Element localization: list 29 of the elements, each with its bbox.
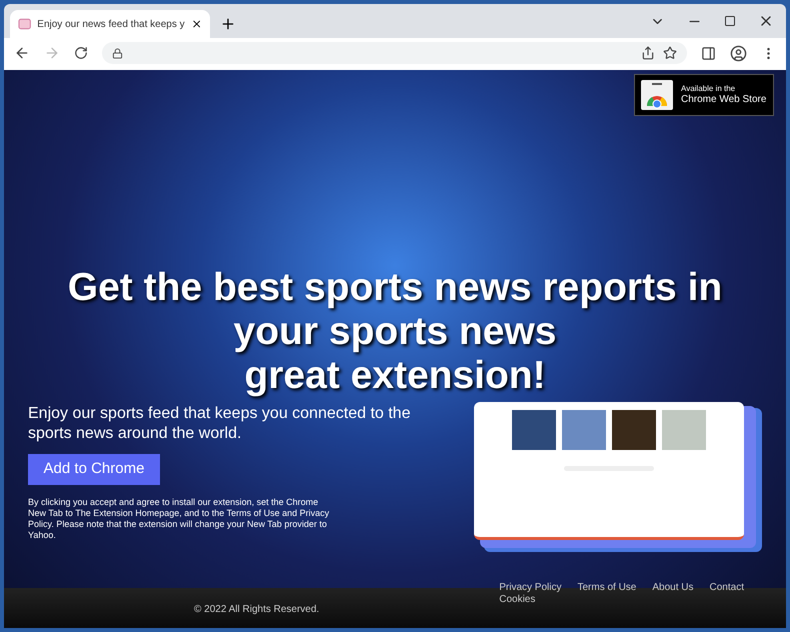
tab-close-icon[interactable] [190,18,202,30]
tab-favicon-icon [18,17,32,31]
headline: your sports news [234,310,556,354]
profile-icon[interactable] [730,44,747,62]
footer-link[interactable]: About Us [652,582,694,594]
copyright: © 2022 All Rights Reserved. [194,603,320,617]
maximize-icon[interactable] [724,15,736,27]
footer-link[interactable]: Cookies [499,594,536,606]
store-bag-icon [641,80,673,110]
badge-caption: Available in the [681,84,736,94]
headline: Get the best sports news reports in [68,266,722,310]
add-to-chrome-button[interactable]: Add to Chrome [28,454,160,485]
bookmark-star-icon[interactable] [663,46,677,60]
new-tab-icon[interactable] [220,16,236,32]
back-icon[interactable] [14,45,30,61]
footer-link[interactable]: Privacy Policy [499,582,562,594]
browser-tab[interactable]: Enjoy our news feed that keeps y [10,10,210,38]
tab-title: Enjoy our news feed that keeps y [37,18,185,32]
footer-link[interactable]: Terms of Use [577,582,636,594]
share-icon[interactable] [641,46,655,60]
badge-title: Chrome Web Store [681,94,766,106]
headline: great extension! [244,354,546,398]
lock-icon [112,48,123,58]
footer-link[interactable]: Contact [710,582,744,594]
disclaimer: By clicking you accept and agree to install our extension, set the Chrome New Tab to The Extension Homepage, and to the Terms of Use and Privacy Policy. Please note that the extension will change your New Tab provider to Yahoo. [28,497,330,541]
tagline: Enjoy our sports feed that keeps you connected to the sports news around the world. [28,404,412,444]
reload-icon[interactable] [74,46,88,60]
side-panel-icon[interactable] [701,46,716,60]
chrome-web-store-badge[interactable]: Available in the Chrome Web Store [634,74,774,116]
